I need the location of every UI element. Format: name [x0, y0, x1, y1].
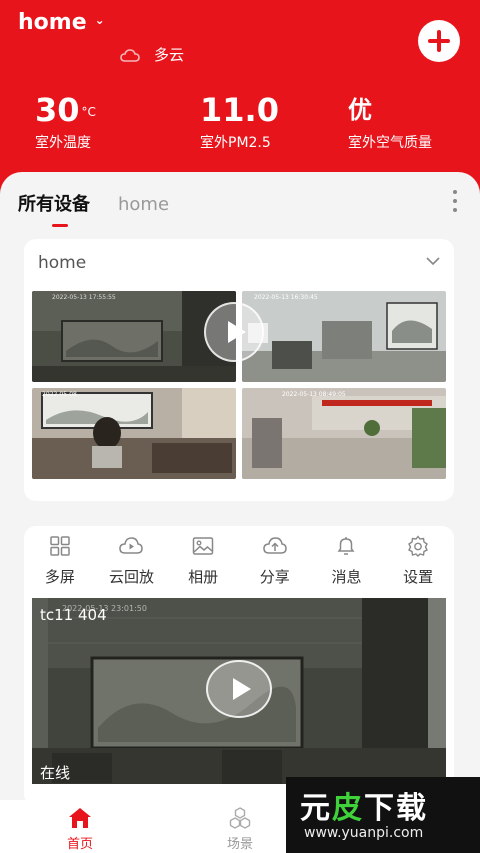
camera-timestamp: 2022-05-13 08:49:05	[282, 391, 346, 398]
nav-label: 首页	[66, 837, 93, 852]
device-status: 在线	[40, 764, 71, 782]
action-cloud-playback[interactable]: 云回放	[99, 534, 163, 587]
device-card: 多屏 云回放 相册 分享 消息 设置 2022-05-13 23:01:50 t…	[24, 526, 454, 806]
tab-bar: 所有设备 home	[18, 190, 197, 216]
action-messages[interactable]: 消息	[314, 534, 378, 587]
home-group-card[interactable]: home 2022-05-13 17:55:55 2022-05-13 16:3…	[24, 239, 454, 501]
play-button[interactable]	[204, 302, 264, 362]
action-label: 消息	[331, 568, 362, 586]
action-share[interactable]: 分享	[243, 534, 307, 587]
tab-indicator	[52, 224, 68, 227]
action-multi-screen[interactable]: 多屏	[28, 534, 92, 587]
pm25-label: 室外PM2.5	[200, 135, 271, 151]
tab-all-devices[interactable]: 所有设备	[18, 190, 90, 216]
weather-text: 多云	[154, 46, 185, 64]
device-panel: 所有设备 home home 2022-05-13 17:55:55 2022-…	[0, 172, 480, 806]
action-label: 设置	[403, 568, 434, 586]
bell-icon	[337, 537, 355, 555]
camera-thumbnail[interactable]: 2022-05-13 16:30:45	[242, 291, 446, 382]
more-options-icon[interactable]	[452, 190, 458, 212]
tab-home[interactable]: home	[118, 194, 169, 215]
chevron-down-icon: ⌄	[94, 12, 105, 27]
air-quality-stat: 优 室外空气质量	[348, 92, 432, 152]
weather: 多云	[120, 44, 184, 65]
camera-thumbnail[interactable]: 2022-05-08	[32, 388, 236, 479]
home-selector[interactable]: home ⌄	[18, 10, 105, 35]
camera-thumbnail[interactable]: 2022-05-13 08:49:05	[242, 388, 446, 479]
home-title: home	[18, 10, 87, 35]
action-album[interactable]: 相册	[171, 534, 235, 587]
play-button[interactable]	[206, 660, 272, 718]
temperature-label: 室外温度	[35, 135, 91, 151]
album-icon	[192, 537, 214, 555]
device-actions: 多屏 云回放 相册 分享 消息 设置	[24, 534, 454, 587]
temperature-value: 30	[35, 91, 80, 129]
action-label: 相册	[188, 568, 219, 586]
play-icon	[227, 321, 246, 343]
pm25-stat: 11.0 室外PM2.5	[200, 92, 279, 152]
cloud-play-icon	[119, 537, 144, 554]
watermark-brand: 元皮下载	[300, 791, 428, 826]
cloud-icon	[120, 48, 140, 62]
add-device-button[interactable]	[418, 20, 460, 62]
camera-live-preview[interactable]: 2022-05-13 23:01:50 tc11 404 在线	[32, 598, 446, 784]
air-quality-value: 优	[348, 96, 372, 124]
grid-icon	[50, 536, 70, 556]
chevron-down-icon[interactable]	[426, 257, 440, 265]
site-watermark: 元皮下载 www.yuanpi.com	[286, 777, 480, 853]
camera-timestamp: 2022-05-13 16:30:45	[254, 294, 318, 301]
play-icon	[232, 678, 251, 700]
scene-icon	[229, 807, 251, 829]
pm25-value: 11.0	[200, 91, 279, 129]
watermark-url: www.yuanpi.com	[304, 825, 424, 841]
nav-home[interactable]: 首页	[0, 800, 160, 853]
home-icon	[69, 808, 91, 828]
camera-timestamp: 2022-05-08	[42, 391, 77, 398]
temperature-unit: °C	[81, 105, 96, 119]
temperature-stat: 30 °C 室外温度	[35, 92, 96, 152]
action-settings[interactable]: 设置	[386, 534, 450, 587]
cloud-share-icon	[263, 537, 287, 554]
group-title: home	[38, 253, 87, 273]
device-name: tc11 404	[40, 606, 107, 624]
action-label: 分享	[259, 568, 290, 586]
air-quality-label: 室外空气质量	[348, 135, 432, 151]
gear-icon	[408, 535, 429, 557]
camera-timestamp: 2022-05-13 17:55:55	[52, 294, 116, 301]
nav-label: 场景	[226, 837, 253, 852]
action-label: 多屏	[44, 568, 75, 586]
action-label: 云回放	[108, 568, 154, 586]
